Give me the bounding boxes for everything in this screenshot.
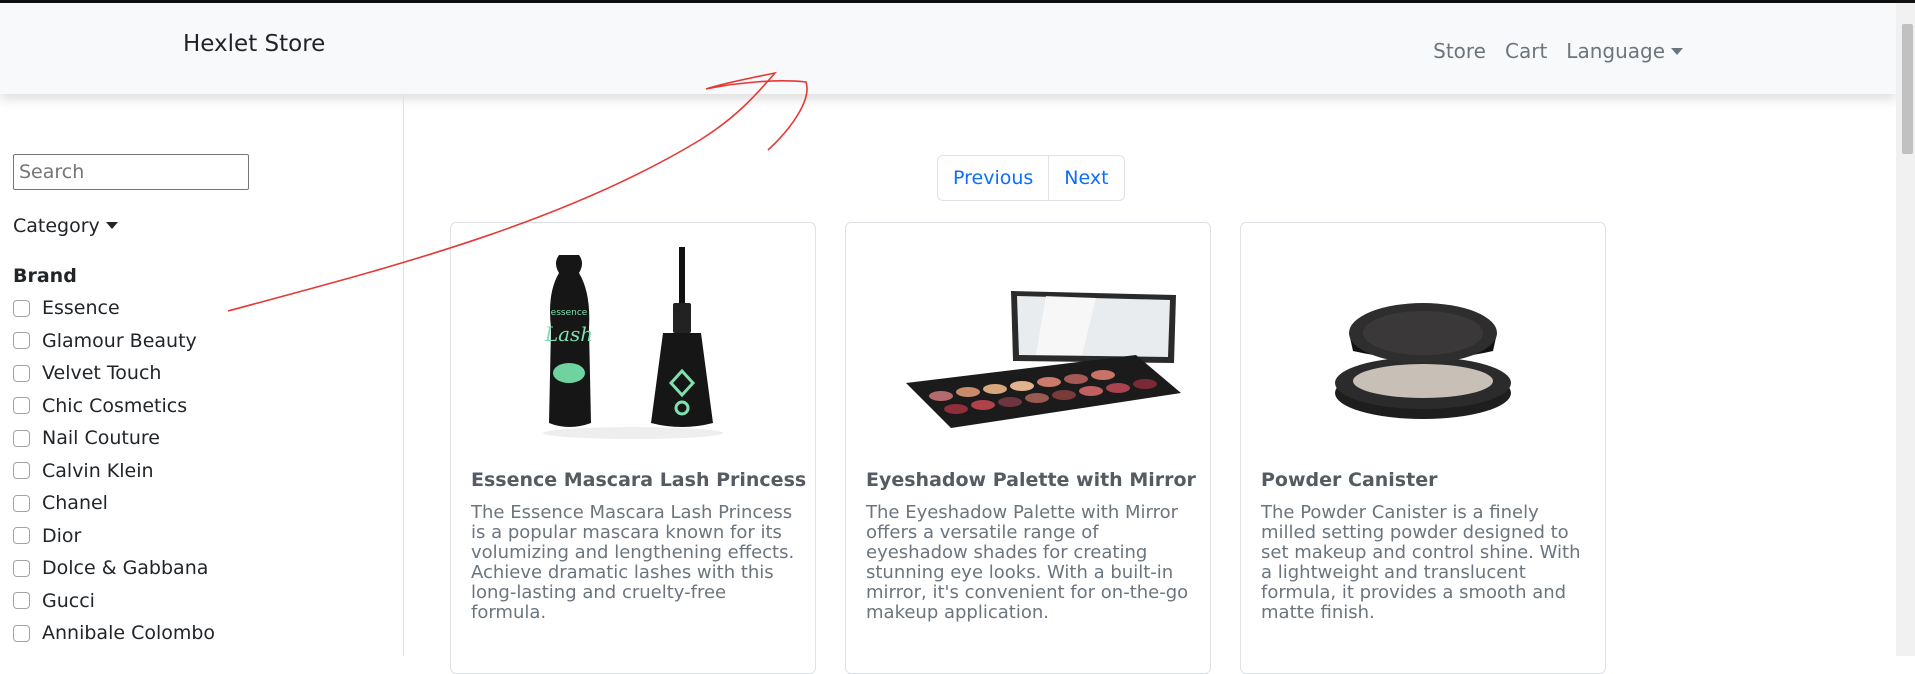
product-description: The Eyeshadow Palette with Mirror offers…	[866, 502, 1189, 623]
brand-label: Dolce & Gabbana	[42, 557, 209, 580]
svg-text:Lash: Lash	[544, 322, 593, 346]
brand-label: Calvin Klein	[42, 459, 154, 482]
brand-item[interactable]: Essence	[13, 292, 215, 325]
brand-label: Nail Couture	[42, 427, 160, 450]
checkbox[interactable]	[13, 397, 30, 415]
brand-label: Essence	[42, 297, 120, 320]
brand-item[interactable]: Dior	[13, 520, 215, 553]
pagination: Previous Next	[937, 155, 1125, 201]
brand-item[interactable]: Annibale Colombo	[13, 617, 215, 650]
brand-filter-title: Brand	[13, 265, 77, 287]
brand-item[interactable]: Chanel	[13, 487, 215, 520]
brand-item[interactable]: Dolce & Gabbana	[13, 552, 215, 585]
powder-canister-icon	[1335, 303, 1511, 419]
brand-label: Chic Cosmetics	[42, 394, 188, 417]
brand-filter-list: Essence Glamour Beauty Velvet Touch Chic…	[13, 292, 215, 650]
brand-label: Gucci	[42, 589, 95, 612]
checkbox[interactable]	[13, 559, 30, 577]
next-page-button[interactable]: Next	[1048, 156, 1123, 200]
mascara-icon: essence Lash	[543, 247, 723, 439]
checkbox[interactable]	[13, 624, 30, 642]
nav-link-cart[interactable]: Cart	[1505, 39, 1547, 63]
checkbox[interactable]	[13, 462, 30, 480]
brand-label: Glamour Beauty	[42, 329, 197, 352]
svg-text:essence: essence	[551, 308, 588, 318]
brand-logo[interactable]: Hexlet Store	[183, 31, 325, 57]
brand-item[interactable]: Gucci	[13, 585, 215, 618]
checkbox[interactable]	[13, 494, 30, 512]
product-card[interactable]: essence Lash Essence Mascara Lash Prince…	[450, 222, 816, 674]
brand-item[interactable]: Chic Cosmetics	[13, 390, 215, 423]
navbar: Hexlet Store Store Cart Language	[0, 3, 1896, 94]
product-card[interactable]: Eyeshadow Palette with Mirror The Eyesha…	[845, 222, 1211, 674]
eyeshadow-palette-icon	[906, 291, 1181, 428]
scrollbar-thumb[interactable]	[1902, 24, 1913, 154]
checkbox[interactable]	[13, 299, 30, 317]
product-card[interactable]: Powder Canister The Powder Canister is a…	[1240, 222, 1606, 674]
brand-label: Dior	[42, 524, 82, 547]
brand-item[interactable]: Glamour Beauty	[13, 325, 215, 358]
brand-item[interactable]: Velvet Touch	[13, 357, 215, 390]
product-title[interactable]: Eyeshadow Palette with Mirror	[866, 469, 1196, 491]
checkbox[interactable]	[13, 364, 30, 382]
checkbox[interactable]	[13, 592, 30, 610]
category-dropdown[interactable]: Category	[13, 215, 118, 237]
product-title[interactable]: Essence Mascara Lash Princess	[471, 469, 806, 491]
checkbox[interactable]	[13, 332, 30, 350]
brand-label: Velvet Touch	[42, 362, 162, 385]
checkbox[interactable]	[13, 429, 30, 447]
language-label: Language	[1566, 39, 1665, 63]
product-description: The Essence Mascara Lash Princess is a p…	[471, 502, 795, 623]
product-title[interactable]: Powder Canister	[1261, 469, 1437, 491]
brand-label: Chanel	[42, 492, 108, 515]
checkbox[interactable]	[13, 527, 30, 545]
category-label: Category	[13, 215, 100, 237]
product-description: The Powder Canister is a finely milled s…	[1261, 502, 1581, 623]
previous-page-button[interactable]: Previous	[938, 156, 1048, 200]
search-input[interactable]	[13, 154, 249, 190]
language-dropdown[interactable]: Language	[1566, 39, 1683, 63]
nav-link-store[interactable]: Store	[1433, 39, 1486, 63]
sidebar: Category Brand Essence Glamour Beauty Ve…	[0, 94, 404, 656]
brand-item[interactable]: Nail Couture	[13, 422, 215, 455]
brand-item[interactable]: Calvin Klein	[13, 455, 215, 488]
brand-label: Annibale Colombo	[42, 622, 216, 645]
caret-down-icon	[1671, 48, 1683, 55]
caret-down-icon	[105, 222, 118, 229]
nav-links: Store Cart Language	[1433, 39, 1683, 63]
